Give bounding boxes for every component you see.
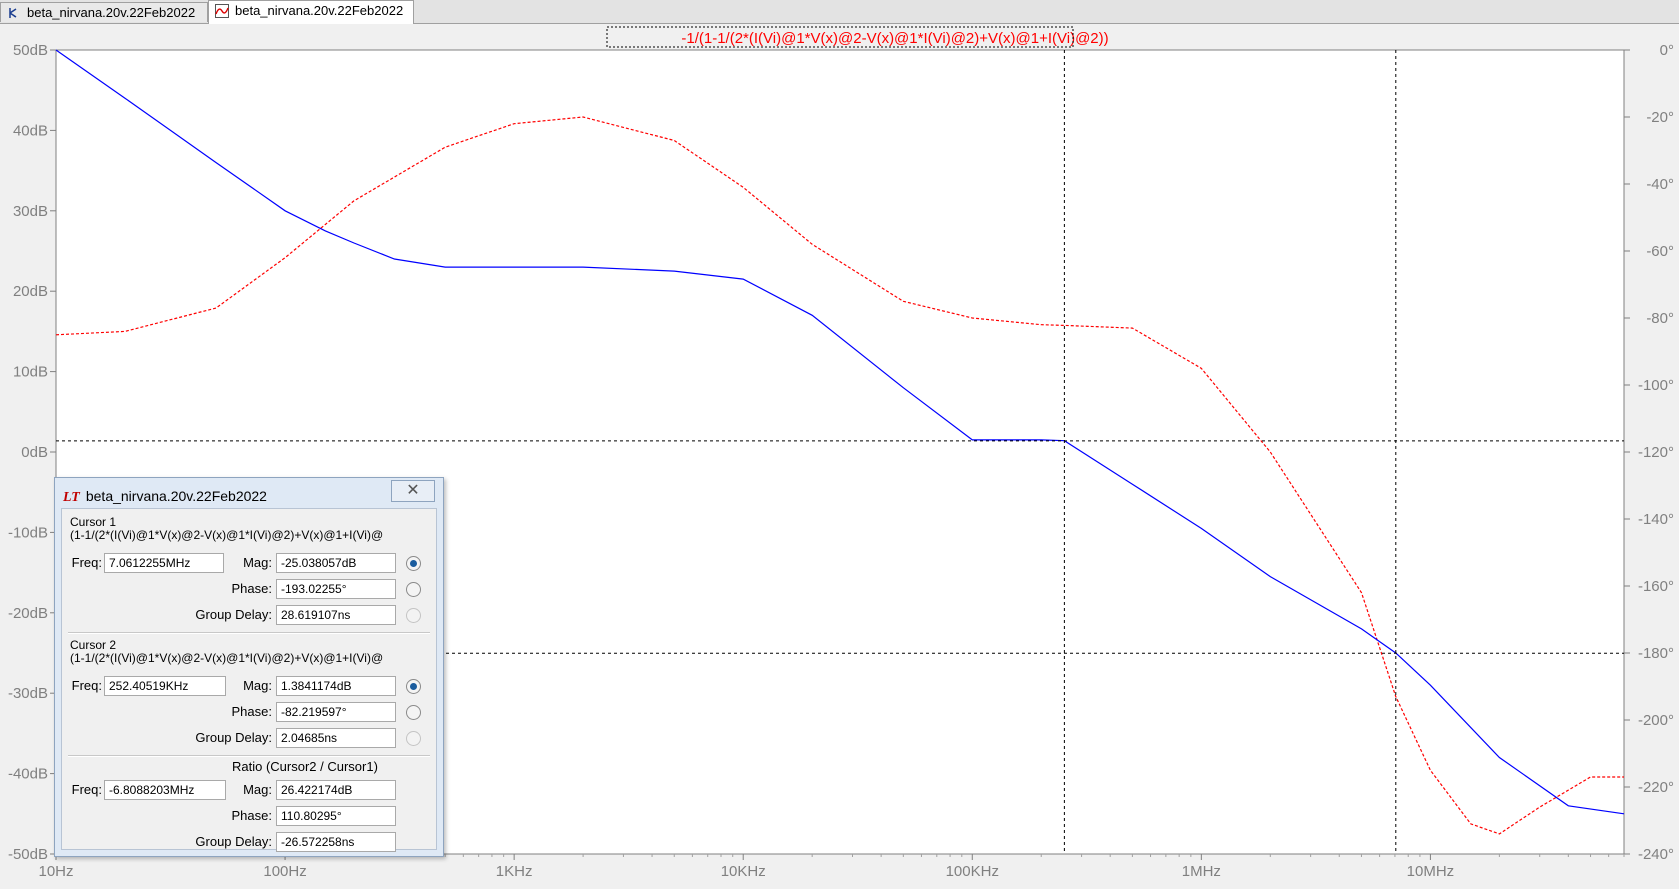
cursor1-phase-label: Phase:	[231, 581, 272, 596]
tab-schematic[interactable]: beta_nirvana.20v.22Feb2022	[0, 2, 208, 22]
y-right-tick-label: -100°	[1638, 377, 1674, 394]
schematic-icon	[9, 8, 17, 18]
cursor2-freq-field[interactable]: 252.40519KHz	[104, 676, 226, 696]
cursor1-freq-field[interactable]: 7.0612255MHz	[104, 553, 224, 573]
y-right-tick-label: -160°	[1638, 578, 1674, 595]
ratio-freq-label: Freq:	[71, 782, 102, 797]
y-right-tick-label: -240°	[1638, 846, 1674, 863]
tab-schematic-label: beta_nirvana.20v.22Feb2022	[27, 5, 196, 20]
y-right-tick-label: -120°	[1638, 444, 1674, 461]
y-left-tick-label: 10dB	[13, 364, 48, 381]
y-left-tick-label: -50dB	[8, 846, 48, 863]
x-tick-label: 1KHz	[496, 863, 533, 880]
ratio-freq-field[interactable]: -6.8088203MHz	[104, 780, 226, 800]
separator	[68, 632, 430, 634]
cursor-window[interactable]: LT beta_nirvana.20v.22Feb2022 ✕ Cursor 1 …	[54, 477, 444, 857]
y-right-tick-label: -60°	[1646, 243, 1674, 260]
cursor1-phase-field[interactable]: -193.02255°	[276, 579, 396, 599]
ratio-group-delay-label: Group Delay:	[195, 834, 272, 849]
y-left-tick-label: 30dB	[13, 203, 48, 220]
x-tick-label: 10Hz	[38, 863, 73, 880]
cursor1-group-delay-label: Group Delay:	[195, 607, 272, 622]
trace-expression-label[interactable]: -1/(1-1/(2*(I(Vi)@1*V(x)@2-V(x)@1*I(Vi)@…	[681, 30, 1108, 47]
ratio-phase-field[interactable]: 110.80295°	[276, 806, 396, 826]
y-left-tick-label: 0dB	[21, 444, 48, 461]
cursor2-phase-field[interactable]: -82.219597°	[276, 702, 396, 722]
cursor2-group-delay-field[interactable]: 2.04685ns	[276, 728, 396, 748]
cursor2-group-delay-radio[interactable]	[406, 731, 421, 746]
y-left-tick-label: 20dB	[13, 283, 48, 300]
cursor1-title: Cursor 1	[70, 515, 117, 529]
cursor2-mag-label: Mag:	[243, 678, 272, 693]
y-left-tick-label: -10dB	[8, 524, 48, 541]
cursor2-expression: (1-1/(2*(I(Vi)@1*V(x)@2-V(x)@1*I(Vi)@2)+…	[70, 651, 384, 665]
ltspice-logo-icon: LT	[63, 490, 80, 505]
y-right-tick-label: -80°	[1646, 310, 1674, 327]
y-left-tick-label: 40dB	[13, 122, 48, 139]
cursor-window-body: Cursor 1 (1-1/(2*(I(Vi)@1*V(x)@2-V(x)@1*…	[61, 508, 437, 852]
close-icon: ✕	[406, 482, 420, 499]
tab-waveform-label: beta_nirvana.20v.22Feb2022	[235, 3, 404, 18]
y-right-tick-label: -20°	[1646, 109, 1674, 126]
ratio-mag-label: Mag:	[243, 782, 272, 797]
tab-bar: beta_nirvana.20v.22Feb2022 beta_nirvana.…	[0, 0, 1679, 24]
cursor-window-title: LT beta_nirvana.20v.22Feb2022	[63, 486, 267, 506]
y-right-tick-label: 0°	[1660, 42, 1674, 59]
y-right-tick-label: -180°	[1638, 645, 1674, 662]
cursor1-mag-field[interactable]: -25.038057dB	[276, 553, 396, 573]
cursor2-phase-label: Phase:	[231, 704, 272, 719]
cursor1-freq-label: Freq:	[71, 555, 102, 570]
ratio-title: Ratio (Cursor2 / Cursor1)	[232, 759, 378, 774]
x-tick-label: 10KHz	[721, 863, 766, 880]
cursor2-group-delay-label: Group Delay:	[195, 730, 272, 745]
cursor1-group-delay-field[interactable]: 28.619107ns	[276, 605, 396, 625]
cursor2-title: Cursor 2	[70, 638, 117, 652]
y-right-tick-label: -220°	[1638, 779, 1674, 796]
ratio-mag-field[interactable]: 26.422174dB	[276, 780, 396, 800]
cursor1-expression: (1-1/(2*(I(Vi)@1*V(x)@2-V(x)@1*I(Vi)@2)+…	[70, 528, 384, 542]
y-left-tick-label: -20dB	[8, 605, 48, 622]
separator	[68, 755, 430, 757]
x-tick-label: 100KHz	[946, 863, 999, 880]
tab-waveform[interactable]: beta_nirvana.20v.22Feb2022	[208, 0, 414, 24]
y-right-tick-label: -200°	[1638, 712, 1674, 729]
cursor1-group-delay-radio[interactable]	[406, 608, 421, 623]
ratio-group-delay-field[interactable]: -26.572258ns	[276, 832, 396, 852]
close-button[interactable]: ✕	[391, 480, 435, 502]
cursor1-mag-radio[interactable]	[406, 556, 421, 571]
y-left-tick-label: -30dB	[8, 685, 48, 702]
cursor2-mag-radio[interactable]	[406, 679, 421, 694]
cursor2-mag-field[interactable]: 1.3841174dB	[276, 676, 396, 696]
x-tick-label: 1MHz	[1182, 863, 1221, 880]
x-tick-label: 100Hz	[263, 863, 306, 880]
cursor2-freq-label: Freq:	[71, 678, 102, 693]
y-left-tick-label: -40dB	[8, 766, 48, 783]
cursor1-phase-radio[interactable]	[406, 582, 421, 597]
y-right-tick-label: -140°	[1638, 511, 1674, 528]
x-tick-label: 10MHz	[1407, 863, 1455, 880]
ratio-phase-label: Phase:	[231, 808, 272, 823]
y-right-tick-label: -40°	[1646, 176, 1674, 193]
waveform-icon	[215, 4, 229, 18]
cursor2-phase-radio[interactable]	[406, 705, 421, 720]
y-left-tick-label: 50dB	[13, 42, 48, 59]
cursor-window-title-text: beta_nirvana.20v.22Feb2022	[85, 488, 267, 504]
cursor1-mag-label: Mag:	[243, 555, 272, 570]
